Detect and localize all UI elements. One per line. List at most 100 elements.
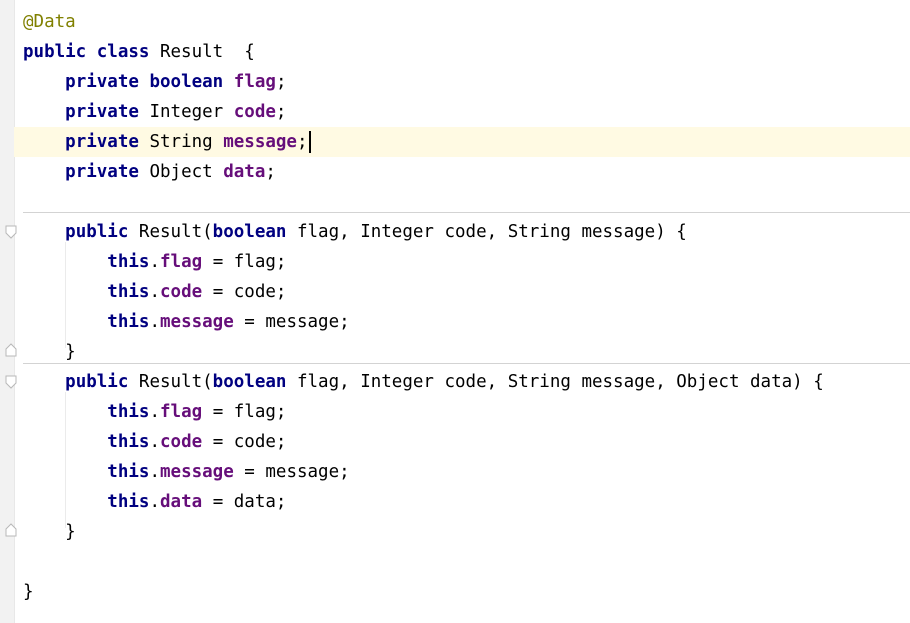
field-token: code — [160, 282, 203, 302]
keyword-token: private — [65, 72, 139, 92]
code-token: ; — [296, 132, 308, 152]
code-line[interactable]: this.code = code; — [14, 427, 910, 457]
field-token: flag — [160, 402, 203, 422]
fold-start-icon[interactable] — [5, 225, 17, 239]
keyword-token: boolean — [212, 372, 287, 392]
field-token: code — [160, 432, 203, 452]
code-line[interactable]: private Integer code; — [14, 97, 910, 127]
code-line[interactable]: public Result(boolean flag, Integer code… — [14, 367, 910, 397]
fold-end-icon[interactable] — [5, 523, 17, 537]
field-token: flag — [233, 72, 276, 92]
code-line[interactable]: private String message; — [14, 127, 910, 157]
text-caret — [308, 131, 311, 153]
code-token: = data; — [202, 492, 287, 512]
code-line[interactable]: this.message = message; — [14, 307, 910, 337]
code-line[interactable] — [14, 187, 910, 217]
code-line[interactable]: this.flag = flag; — [14, 397, 910, 427]
fold-end-icon[interactable] — [5, 343, 17, 357]
code-token: = flag; — [202, 252, 287, 272]
code-token: . — [149, 492, 160, 512]
code-line[interactable]: } — [14, 337, 910, 367]
code-token: ; — [275, 72, 287, 92]
code-token: Result { — [149, 42, 255, 62]
field-token: data — [223, 162, 266, 182]
keyword-token: this — [107, 402, 150, 422]
field-token: flag — [160, 252, 203, 272]
code-token: = code; — [202, 432, 287, 452]
code-line[interactable]: } — [14, 517, 910, 547]
code-token: = flag; — [202, 402, 287, 422]
keyword-token: this — [107, 492, 150, 512]
field-token: data — [160, 492, 203, 512]
keyword-token: this — [107, 432, 150, 452]
code-line[interactable]: this.data = data; — [14, 487, 910, 517]
code-token: . — [149, 312, 160, 332]
keyword-token: class — [96, 42, 150, 62]
code-token: ; — [275, 102, 287, 122]
code-token: flag, Integer code, String message, Obje… — [286, 372, 824, 392]
code-line[interactable]: } — [14, 577, 910, 607]
code-line[interactable]: this.flag = flag; — [14, 247, 910, 277]
keyword-token: public — [65, 372, 129, 392]
code-editor[interactable]: @Data public class Result { private boole… — [14, 0, 910, 623]
field-token: message — [160, 462, 234, 482]
code-token: Result( — [128, 372, 213, 392]
keyword-token: this — [107, 312, 150, 332]
code-line[interactable]: public class Result { — [14, 37, 910, 67]
code-line[interactable]: @Data — [14, 7, 910, 37]
code-token: Integer — [138, 102, 234, 122]
code-token: . — [149, 402, 160, 422]
code-token: flag, Integer code, String message) { — [286, 222, 687, 242]
annotation-token: @Data — [23, 12, 76, 32]
code-token: = message; — [233, 312, 350, 332]
keyword-token: this — [107, 282, 150, 302]
keyword-token: private — [65, 102, 139, 122]
fold-start-icon[interactable] — [5, 375, 17, 389]
keyword-token: public — [65, 222, 129, 242]
code-line[interactable]: public Result(boolean flag, Integer code… — [14, 217, 910, 247]
field-token: code — [233, 102, 276, 122]
code-line[interactable]: private boolean flag; — [14, 67, 910, 97]
code-token: Object — [138, 162, 224, 182]
code-token: ; — [265, 162, 276, 182]
code-token: String — [138, 132, 224, 152]
code-line[interactable]: private Object data; — [14, 157, 910, 187]
code-token: . — [149, 252, 160, 272]
keyword-token: boolean — [149, 72, 224, 92]
code-token: = code; — [202, 282, 287, 302]
keyword-token: public — [23, 42, 87, 62]
code-token: } — [23, 582, 34, 602]
code-token: . — [149, 462, 160, 482]
code-token: Result( — [128, 222, 213, 242]
keyword-token: boolean — [212, 222, 287, 242]
code-token: } — [23, 342, 76, 362]
keyword-token: this — [107, 252, 150, 272]
keyword-token: private — [65, 132, 139, 152]
keyword-token: this — [107, 462, 150, 482]
keyword-token: private — [65, 162, 139, 182]
code-line[interactable]: this.code = code; — [14, 277, 910, 307]
code-token: } — [23, 522, 76, 542]
code-token: . — [149, 432, 160, 452]
code-token: . — [149, 282, 160, 302]
code-line[interactable]: this.message = message; — [14, 457, 910, 487]
code-token: = message; — [233, 462, 350, 482]
code-line[interactable] — [14, 547, 910, 577]
field-token: message — [223, 132, 297, 152]
